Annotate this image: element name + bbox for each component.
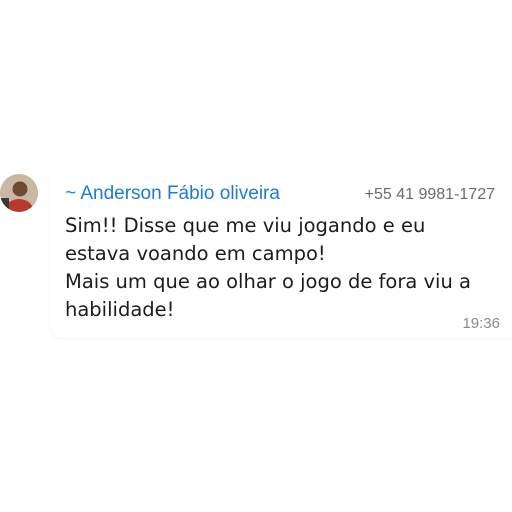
sender-name[interactable]: ~ Anderson Fábio oliveira xyxy=(65,182,280,206)
message-header: ~ Anderson Fábio oliveira +55 41 9981-17… xyxy=(65,182,495,208)
message-text: Sim!! Disse que me viu jogando e eu esta… xyxy=(65,214,471,321)
sender-phone: +55 41 9981-1727 xyxy=(364,186,495,203)
message-time: 19:36 xyxy=(462,315,500,332)
sender-avatar[interactable] xyxy=(0,174,38,212)
avatar-photo-icon xyxy=(0,174,38,212)
